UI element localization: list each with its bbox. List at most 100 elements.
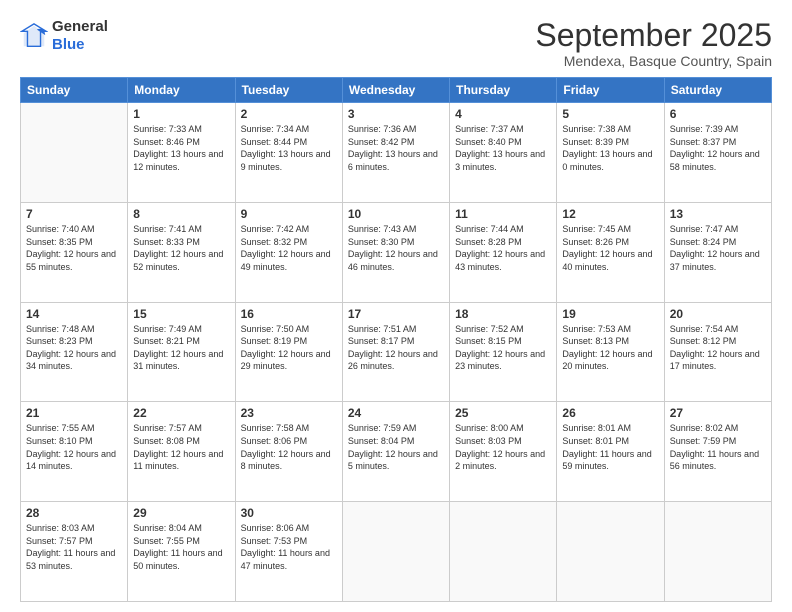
calendar-cell-w5-d6 [557, 502, 664, 602]
calendar-cell-w2-d4: 10 Sunrise: 7:43 AMSunset: 8:30 PMDayligh… [342, 202, 449, 302]
day-info: Sunrise: 7:33 AMSunset: 8:46 PMDaylight:… [133, 123, 229, 173]
calendar-cell-w1-d5: 4 Sunrise: 7:37 AMSunset: 8:40 PMDaylight… [450, 103, 557, 203]
day-number: 8 [133, 207, 229, 221]
header-monday: Monday [128, 78, 235, 103]
calendar-cell-w5-d4 [342, 502, 449, 602]
calendar-cell-w2-d1: 7 Sunrise: 7:40 AMSunset: 8:35 PMDaylight… [21, 202, 128, 302]
day-info: Sunrise: 7:36 AMSunset: 8:42 PMDaylight:… [348, 123, 444, 173]
day-info: Sunrise: 8:01 AMSunset: 8:01 PMDaylight:… [562, 422, 658, 472]
day-info: Sunrise: 7:37 AMSunset: 8:40 PMDaylight:… [455, 123, 551, 173]
day-info: Sunrise: 8:06 AMSunset: 7:53 PMDaylight:… [241, 522, 337, 572]
day-number: 21 [26, 406, 122, 420]
calendar-cell-w3-d1: 14 Sunrise: 7:48 AMSunset: 8:23 PMDayligh… [21, 302, 128, 402]
logo-blue: Blue [52, 36, 85, 53]
logo-icon [20, 22, 48, 50]
day-number: 25 [455, 406, 551, 420]
logo-general: General [52, 18, 108, 35]
calendar-cell-w5-d7 [664, 502, 771, 602]
header-wednesday: Wednesday [342, 78, 449, 103]
calendar-cell-w4-d5: 25 Sunrise: 8:00 AMSunset: 8:03 PMDayligh… [450, 402, 557, 502]
day-number: 13 [670, 207, 766, 221]
calendar-cell-w2-d6: 12 Sunrise: 7:45 AMSunset: 8:26 PMDayligh… [557, 202, 664, 302]
calendar-location: Mendexa, Basque Country, Spain [535, 53, 772, 69]
day-info: Sunrise: 7:47 AMSunset: 8:24 PMDaylight:… [670, 223, 766, 273]
calendar-cell-w3-d7: 20 Sunrise: 7:54 AMSunset: 8:12 PMDayligh… [664, 302, 771, 402]
calendar-cell-w2-d3: 9Sunrise: 7:42 AMSunset: 8:32 PMDaylight… [235, 202, 342, 302]
calendar-cell-w2-d2: 8Sunrise: 7:41 AMSunset: 8:33 PMDaylight… [128, 202, 235, 302]
calendar-cell-w5-d2: 29Sunrise: 8:04 AMSunset: 7:55 PMDayligh… [128, 502, 235, 602]
day-info: Sunrise: 7:54 AMSunset: 8:12 PMDaylight:… [670, 323, 766, 373]
day-info: Sunrise: 8:02 AMSunset: 7:59 PMDaylight:… [670, 422, 766, 472]
logo: General Blue [20, 18, 108, 54]
calendar-cell-w4-d4: 24Sunrise: 7:59 AMSunset: 8:04 PMDayligh… [342, 402, 449, 502]
calendar-week-4: 21Sunrise: 7:55 AMSunset: 8:10 PMDayligh… [21, 402, 772, 502]
calendar-cell-w1-d4: 3 Sunrise: 7:36 AMSunset: 8:42 PMDaylight… [342, 103, 449, 203]
day-number: 12 [562, 207, 658, 221]
day-info: Sunrise: 8:04 AMSunset: 7:55 PMDaylight:… [133, 522, 229, 572]
calendar-cell-w4-d3: 23Sunrise: 7:58 AMSunset: 8:06 PMDayligh… [235, 402, 342, 502]
day-number: 19 [562, 307, 658, 321]
calendar-table: Sunday Monday Tuesday Wednesday Thursday… [20, 77, 772, 602]
calendar-cell-w2-d7: 13 Sunrise: 7:47 AMSunset: 8:24 PMDayligh… [664, 202, 771, 302]
day-number: 1 [133, 107, 229, 121]
calendar-cell-w1-d6: 5 Sunrise: 7:38 AMSunset: 8:39 PMDaylight… [557, 103, 664, 203]
calendar-cell-w5-d3: 30 Sunrise: 8:06 AMSunset: 7:53 PMDayligh… [235, 502, 342, 602]
day-info: Sunrise: 7:58 AMSunset: 8:06 PMDaylight:… [241, 422, 337, 472]
calendar-week-2: 7 Sunrise: 7:40 AMSunset: 8:35 PMDaylight… [21, 202, 772, 302]
day-info: Sunrise: 7:52 AMSunset: 8:15 PMDaylight:… [455, 323, 551, 373]
day-info: Sunrise: 7:48 AMSunset: 8:23 PMDaylight:… [26, 323, 122, 373]
day-number: 4 [455, 107, 551, 121]
day-info: Sunrise: 7:34 AMSunset: 8:44 PMDaylight:… [241, 123, 337, 173]
day-number: 5 [562, 107, 658, 121]
day-number: 14 [26, 307, 122, 321]
day-number: 10 [348, 207, 444, 221]
day-info: Sunrise: 8:03 AMSunset: 7:57 PMDaylight:… [26, 522, 122, 572]
day-number: 6 [670, 107, 766, 121]
calendar-cell-w3-d3: 16Sunrise: 7:50 AMSunset: 8:19 PMDayligh… [235, 302, 342, 402]
day-number: 16 [241, 307, 337, 321]
day-number: 20 [670, 307, 766, 321]
day-info: Sunrise: 7:42 AMSunset: 8:32 PMDaylight:… [241, 223, 337, 273]
calendar-cell-w2-d5: 11 Sunrise: 7:44 AMSunset: 8:28 PMDayligh… [450, 202, 557, 302]
day-number: 30 [241, 506, 337, 520]
day-info: Sunrise: 7:44 AMSunset: 8:28 PMDaylight:… [455, 223, 551, 273]
calendar-week-3: 14 Sunrise: 7:48 AMSunset: 8:23 PMDayligh… [21, 302, 772, 402]
header-tuesday: Tuesday [235, 78, 342, 103]
calendar-cell-w3-d5: 18 Sunrise: 7:52 AMSunset: 8:15 PMDayligh… [450, 302, 557, 402]
day-info: Sunrise: 7:53 AMSunset: 8:13 PMDaylight:… [562, 323, 658, 373]
day-number: 3 [348, 107, 444, 121]
day-number: 7 [26, 207, 122, 221]
calendar-cell-w1-d2: 1 Sunrise: 7:33 AMSunset: 8:46 PMDaylight… [128, 103, 235, 203]
header-sunday: Sunday [21, 78, 128, 103]
calendar-cell-w4-d1: 21Sunrise: 7:55 AMSunset: 8:10 PMDayligh… [21, 402, 128, 502]
page-header: General Blue September 2025 Mendexa, Bas… [20, 18, 772, 69]
day-info: Sunrise: 8:00 AMSunset: 8:03 PMDaylight:… [455, 422, 551, 472]
day-number: 11 [455, 207, 551, 221]
day-number: 17 [348, 307, 444, 321]
day-number: 15 [133, 307, 229, 321]
calendar-cell-w3-d6: 19 Sunrise: 7:53 AMSunset: 8:13 PMDayligh… [557, 302, 664, 402]
day-info: Sunrise: 7:51 AMSunset: 8:17 PMDaylight:… [348, 323, 444, 373]
calendar-week-1: 1 Sunrise: 7:33 AMSunset: 8:46 PMDaylight… [21, 103, 772, 203]
calendar-cell-w4-d2: 22 Sunrise: 7:57 AMSunset: 8:08 PMDayligh… [128, 402, 235, 502]
day-number: 22 [133, 406, 229, 420]
weekday-header-row: Sunday Monday Tuesday Wednesday Thursday… [21, 78, 772, 103]
day-info: Sunrise: 7:49 AMSunset: 8:21 PMDaylight:… [133, 323, 229, 373]
header-friday: Friday [557, 78, 664, 103]
calendar-cell-w3-d2: 15 Sunrise: 7:49 AMSunset: 8:21 PMDayligh… [128, 302, 235, 402]
header-thursday: Thursday [450, 78, 557, 103]
calendar-title: September 2025 [535, 18, 772, 53]
day-info: Sunrise: 7:40 AMSunset: 8:35 PMDaylight:… [26, 223, 122, 273]
day-info: Sunrise: 7:57 AMSunset: 8:08 PMDaylight:… [133, 422, 229, 472]
day-number: 26 [562, 406, 658, 420]
day-info: Sunrise: 7:45 AMSunset: 8:26 PMDaylight:… [562, 223, 658, 273]
day-info: Sunrise: 7:43 AMSunset: 8:30 PMDaylight:… [348, 223, 444, 273]
day-number: 24 [348, 406, 444, 420]
day-info: Sunrise: 7:38 AMSunset: 8:39 PMDaylight:… [562, 123, 658, 173]
day-number: 18 [455, 307, 551, 321]
calendar-cell-w1-d7: 6 Sunrise: 7:39 AMSunset: 8:37 PMDaylight… [664, 103, 771, 203]
day-info: Sunrise: 7:39 AMSunset: 8:37 PMDaylight:… [670, 123, 766, 173]
calendar-week-5: 28Sunrise: 8:03 AMSunset: 7:57 PMDayligh… [21, 502, 772, 602]
header-saturday: Saturday [664, 78, 771, 103]
calendar-cell-w1-d1 [21, 103, 128, 203]
